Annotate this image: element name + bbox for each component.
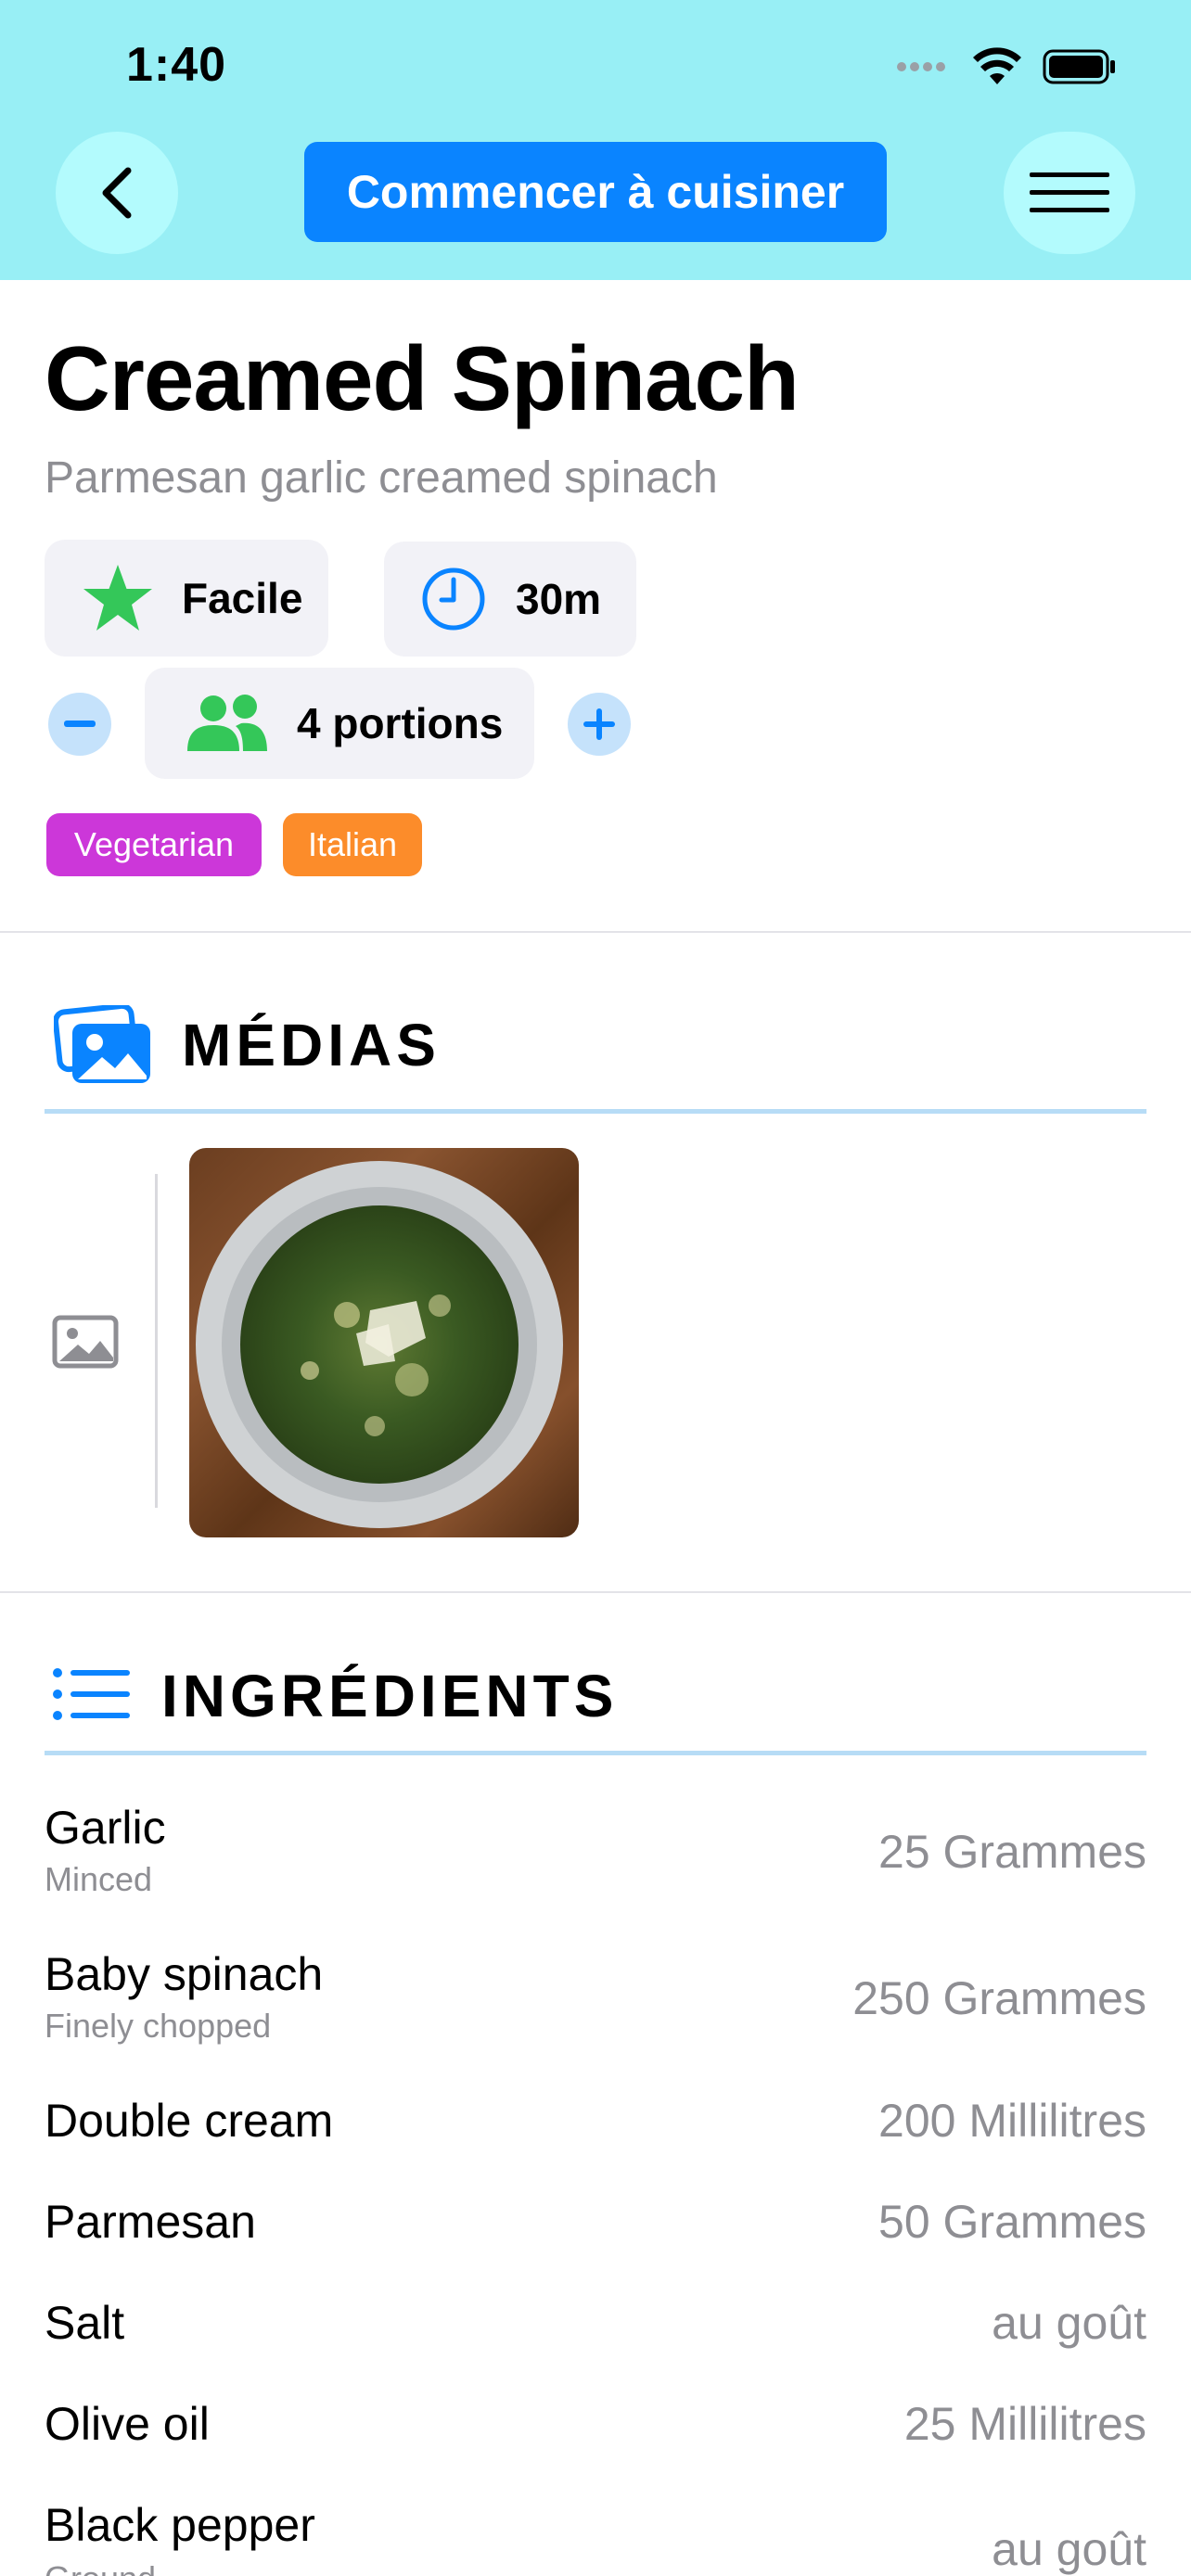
- ingredient-row[interactable]: Black pepper Ground au goût: [45, 2498, 1146, 2576]
- ingredient-quantity: 200 Millilitres: [878, 2095, 1146, 2147]
- creamed-spinach-dish-image: [196, 1161, 563, 1528]
- media-section-underline: [45, 1109, 1146, 1114]
- ingredients-section-title: INGRÉDIENTS: [161, 1663, 619, 1729]
- servings-label: 4 portions: [297, 699, 504, 747]
- difficulty-chip: Facile: [45, 540, 328, 657]
- duration-chip: 30m: [384, 542, 636, 657]
- increase-servings-button[interactable]: [568, 693, 631, 756]
- ingredient-quantity: au goût: [992, 2297, 1146, 2349]
- recipe-photo[interactable]: [189, 1148, 579, 1537]
- plus-icon: [583, 708, 615, 740]
- ingredient-quantity: 250 Grammes: [852, 1972, 1146, 2024]
- minus-icon: [64, 721, 96, 727]
- ingredient-note: Finely chopped: [45, 2007, 272, 2045]
- tag-vegetarian[interactable]: Vegetarian: [46, 813, 262, 876]
- ingredient-row[interactable]: Double cream 200 Millilitres: [45, 2094, 1146, 2159]
- ingredient-name: Garlic: [45, 1802, 166, 1854]
- divider: [0, 931, 1191, 933]
- ingredient-quantity: 50 Grammes: [878, 2196, 1146, 2248]
- people-icon: [187, 695, 267, 751]
- ingredient-row[interactable]: Parmesan 50 Grammes: [45, 2195, 1146, 2260]
- ingredient-row[interactable]: Baby spinach Finely chopped 250 Grammes: [45, 1947, 1146, 2059]
- media-divider: [155, 1174, 158, 1508]
- list-icon: [53, 1668, 130, 1720]
- duration-label: 30m: [516, 575, 602, 623]
- star-icon: [83, 565, 152, 631]
- ingredient-note: Minced: [45, 1860, 153, 1898]
- servings-chip: 4 portions: [145, 668, 534, 779]
- ingredient-quantity: 25 Millilitres: [903, 2398, 1146, 2450]
- tag-italian[interactable]: Italian: [283, 813, 422, 876]
- ingredients-section-underline: [45, 1751, 1146, 1755]
- chevron-left-icon: [102, 167, 132, 219]
- ingredient-quantity: au goût: [992, 2523, 1146, 2575]
- ingredient-note: Ground: [45, 2559, 156, 2576]
- battery-icon: [1043, 49, 1115, 84]
- ingredient-quantity: 25 Grammes: [878, 1826, 1146, 1878]
- recipe-title: Creamed Spinach: [45, 327, 800, 429]
- hamburger-menu-icon: [1030, 172, 1109, 212]
- difficulty-label: Facile: [182, 574, 303, 622]
- ingredient-name: Parmesan: [45, 2196, 256, 2248]
- clock-icon: [422, 567, 485, 631]
- wifi-icon: [973, 47, 1021, 84]
- ingredient-row[interactable]: Garlic Minced 25 Grammes: [45, 1801, 1146, 1912]
- ingredient-name: Olive oil: [45, 2398, 210, 2450]
- ingredient-name: Salt: [45, 2297, 125, 2349]
- decrease-servings-button[interactable]: [48, 693, 111, 756]
- start-cooking-button[interactable]: Commencer à cuisiner: [304, 142, 887, 242]
- media-section-title: MÉDIAS: [182, 1012, 441, 1078]
- divider: [0, 1591, 1191, 1593]
- back-button[interactable]: [56, 132, 178, 254]
- cellular-signal-icon: [897, 62, 945, 71]
- ingredient-name: Double cream: [45, 2095, 334, 2147]
- ingredient-name: Black pepper: [45, 2499, 315, 2551]
- photos-icon: [54, 1005, 150, 1083]
- ingredient-row[interactable]: Salt au goût: [45, 2296, 1146, 2361]
- menu-button[interactable]: [1004, 132, 1135, 254]
- ingredient-name: Baby spinach: [45, 1948, 324, 2000]
- image-placeholder-icon[interactable]: [52, 1315, 119, 1369]
- status-icons: [896, 45, 1117, 89]
- status-time: 1:40: [126, 38, 227, 92]
- ingredient-row[interactable]: Olive oil 25 Millilitres: [45, 2397, 1146, 2462]
- recipe-subtitle: Parmesan garlic creamed spinach: [45, 453, 718, 503]
- top-bar: 1:40 Commencer à cuisiner: [0, 0, 1191, 280]
